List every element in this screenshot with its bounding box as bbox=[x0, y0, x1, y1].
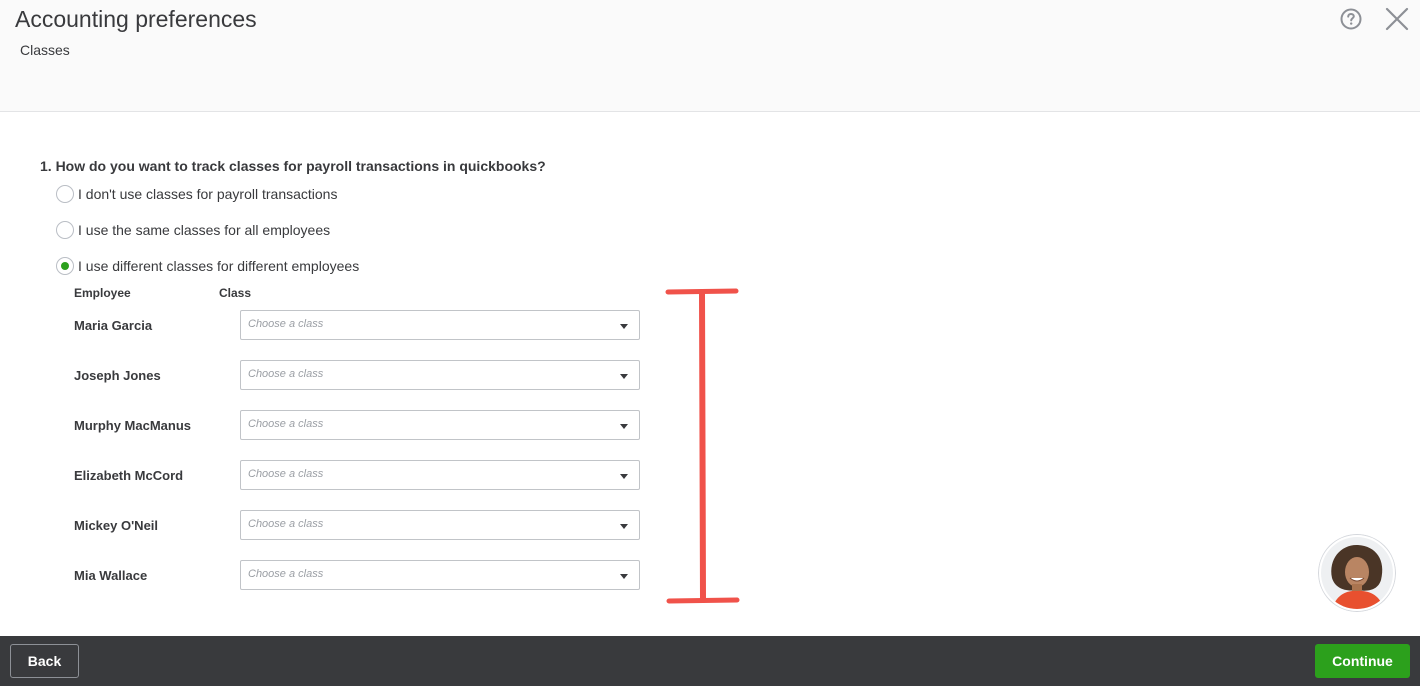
help-circle-icon[interactable] bbox=[1340, 8, 1362, 30]
class-select[interactable]: Choose a class bbox=[240, 410, 640, 440]
class-column-header: Class bbox=[219, 286, 252, 300]
class-select[interactable]: Choose a class bbox=[240, 310, 640, 340]
dropdown-arrow-icon[interactable] bbox=[620, 324, 628, 329]
continue-button[interactable]: Continue bbox=[1315, 644, 1410, 678]
class-select-placeholder: Choose a class bbox=[248, 418, 324, 430]
employee-name: Maria Garcia bbox=[74, 318, 153, 333]
close-icon[interactable] bbox=[1385, 7, 1409, 31]
employee-name: Elizabeth McCord bbox=[74, 468, 184, 483]
radio-button[interactable] bbox=[56, 221, 74, 239]
radio-label: I use different classes for different em… bbox=[78, 258, 360, 274]
employee-name: Murphy MacManus bbox=[74, 418, 192, 433]
class-select[interactable]: Choose a class bbox=[240, 510, 640, 540]
annotation-bracket bbox=[665, 288, 740, 604]
class-select[interactable]: Choose a class bbox=[240, 360, 640, 390]
class-select-placeholder: Choose a class bbox=[248, 468, 324, 480]
dropdown-arrow-icon[interactable] bbox=[620, 374, 628, 379]
dropdown-arrow-icon[interactable] bbox=[620, 424, 628, 429]
dropdown-arrow-icon[interactable] bbox=[620, 474, 628, 479]
employee-name: Joseph Jones bbox=[74, 368, 161, 383]
radio-option-same-classes[interactable]: I use the same classes for all employees bbox=[56, 220, 330, 240]
page-header: Accounting preferences Classes bbox=[0, 0, 1420, 112]
class-select-placeholder: Choose a class bbox=[248, 318, 324, 330]
employee-column-header: Employee bbox=[74, 286, 131, 300]
class-select[interactable]: Choose a class bbox=[240, 560, 640, 590]
class-select-placeholder: Choose a class bbox=[248, 368, 324, 380]
employee-name: Mia Wallace bbox=[74, 568, 148, 583]
radio-label: I use the same classes for all employees bbox=[78, 222, 331, 238]
radio-button-selected[interactable] bbox=[56, 257, 74, 275]
dropdown-arrow-icon[interactable] bbox=[620, 574, 628, 579]
employee-name: Mickey O'Neil bbox=[74, 518, 159, 533]
class-select-placeholder: Choose a class bbox=[248, 568, 324, 580]
question-heading: 1. How do you want to track classes for … bbox=[40, 158, 546, 174]
page-title: Accounting preferences bbox=[15, 6, 257, 32]
radio-button[interactable] bbox=[56, 185, 74, 203]
radio-option-no-classes[interactable]: I don't use classes for payroll transact… bbox=[56, 184, 337, 204]
assistant-avatar[interactable] bbox=[1318, 534, 1396, 612]
back-button[interactable]: Back bbox=[10, 644, 79, 678]
class-select-placeholder: Choose a class bbox=[248, 518, 324, 530]
class-select[interactable]: Choose a class bbox=[240, 460, 640, 490]
dropdown-arrow-icon[interactable] bbox=[620, 524, 628, 529]
radio-label: I don't use classes for payroll transact… bbox=[78, 186, 338, 202]
radio-option-different-classes[interactable]: I use different classes for different em… bbox=[56, 256, 359, 276]
footer-bar: Back Continue bbox=[0, 636, 1420, 686]
page-subtitle: Classes bbox=[20, 42, 70, 58]
